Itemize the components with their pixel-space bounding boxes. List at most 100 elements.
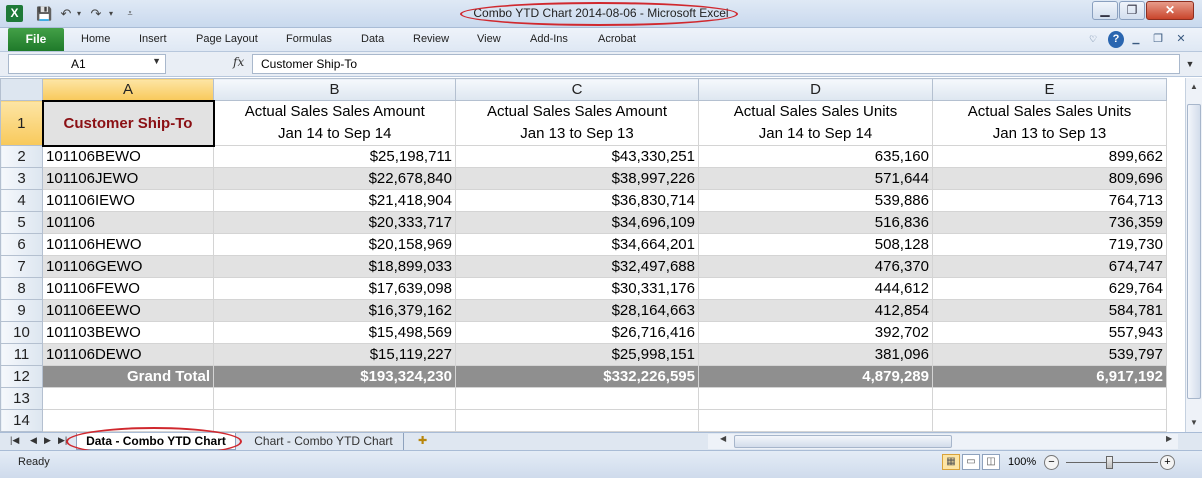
row-header[interactable]: 10 [0,321,43,344]
scroll-up-icon[interactable]: ▲ [1186,82,1202,91]
customer-cell[interactable]: 101106EEWO [42,299,214,322]
tab-file[interactable]: File [8,28,64,51]
value-cell[interactable]: 444,612 [698,277,933,300]
value-cell[interactable]: $26,716,416 [455,321,699,344]
page-layout-view-icon[interactable]: ▭ [962,454,980,470]
row-header[interactable]: 6 [0,233,43,256]
customer-cell[interactable]: 101106FEWO [42,277,214,300]
scroll-down-icon[interactable]: ▼ [1186,418,1202,427]
value-cell[interactable]: $15,498,569 [213,321,456,344]
value-cell[interactable]: $34,696,109 [455,211,699,234]
insert-sheet-icon[interactable]: ✚ [418,434,427,447]
empty-cell[interactable] [213,387,456,410]
cell-c1[interactable]: Actual Sales Sales Amount Jan 13 to Sep 1… [455,100,699,146]
tab-home[interactable]: Home [81,28,110,51]
value-cell[interactable]: 508,128 [698,233,933,256]
chevron-down-icon[interactable]: ▼ [152,56,161,66]
empty-cell[interactable] [932,409,1167,432]
cell-b1[interactable]: Actual Sales Sales Amount Jan 14 to Sep 1… [213,100,456,146]
value-cell[interactable]: $28,164,663 [455,299,699,322]
value-cell[interactable]: 516,836 [698,211,933,234]
minimize-button[interactable]: ▁ [1092,1,1118,20]
customer-cell[interactable]: 101106IEWO [42,189,214,212]
value-cell[interactable]: 539,886 [698,189,933,212]
grand-total-cell[interactable]: $193,324,230 [213,365,456,388]
empty-cell[interactable] [698,409,933,432]
value-cell[interactable]: $30,331,176 [455,277,699,300]
value-cell[interactable]: 809,696 [932,167,1167,190]
help-icon[interactable]: ? [1108,31,1124,48]
workbook-close-icon[interactable]: ✕ [1174,31,1188,48]
worksheet-grid[interactable]: A B C D E 1 Customer Ship-To Actual Sale… [0,78,1202,432]
column-header-b[interactable]: B [213,78,456,101]
zoom-level[interactable]: 100% [1008,456,1036,468]
value-cell[interactable]: 476,370 [698,255,933,278]
tab-acrobat[interactable]: Acrobat [598,28,636,51]
customer-cell[interactable]: 101106HEWO [42,233,214,256]
customer-cell[interactable]: 101106GEWO [42,255,214,278]
horizontal-scrollbar[interactable]: ◀ ▶ [708,434,1178,449]
value-cell[interactable]: $16,379,162 [213,299,456,322]
tab-data[interactable]: Data [361,28,384,51]
value-cell[interactable]: 539,797 [932,343,1167,366]
grand-total-cell[interactable]: 6,917,192 [932,365,1167,388]
value-cell[interactable]: $15,119,227 [213,343,456,366]
horizontal-scroll-thumb[interactable] [734,435,952,448]
insert-function-icon[interactable]: fx [233,55,244,69]
row-header[interactable]: 8 [0,277,43,300]
value-cell[interactable]: 736,359 [932,211,1167,234]
customer-cell[interactable]: 101106 [42,211,214,234]
empty-cell[interactable] [213,409,456,432]
tab-view[interactable]: View [477,28,501,51]
cell-e1[interactable]: Actual Sales Sales Units Jan 13 to Sep 13 [932,100,1167,146]
tab-insert[interactable]: Insert [139,28,167,51]
minimize-ribbon-icon[interactable]: ♡ [1086,31,1100,48]
prev-sheet-icon[interactable]: ◀ [30,435,37,446]
empty-cell[interactable] [42,387,214,410]
vertical-scroll-thumb[interactable] [1187,104,1201,399]
row-header[interactable]: 14 [0,409,43,432]
row-header[interactable]: 1 [0,100,43,146]
formula-input[interactable]: Customer Ship-To [252,54,1180,74]
row-header[interactable]: 7 [0,255,43,278]
next-sheet-icon[interactable]: ▶ [44,435,51,446]
value-cell[interactable]: $25,998,151 [455,343,699,366]
cell-d1[interactable]: Actual Sales Sales Units Jan 14 to Sep 14 [698,100,933,146]
row-header[interactable]: 2 [0,145,43,168]
column-header-d[interactable]: D [698,78,933,101]
normal-view-icon[interactable]: ▦ [942,454,960,470]
row-header[interactable]: 12 [0,365,43,388]
value-cell[interactable]: 635,160 [698,145,933,168]
customer-cell[interactable]: 101106DEWO [42,343,214,366]
value-cell[interactable]: 557,943 [932,321,1167,344]
value-cell[interactable]: 412,854 [698,299,933,322]
value-cell[interactable]: $21,418,904 [213,189,456,212]
cell-a1[interactable]: Customer Ship-To [41,99,215,147]
value-cell[interactable]: $22,678,840 [213,167,456,190]
row-header[interactable]: 11 [0,343,43,366]
value-cell[interactable]: 584,781 [932,299,1167,322]
column-header-a[interactable]: A [42,78,214,101]
customer-cell[interactable]: 101106JEWO [42,167,214,190]
value-cell[interactable]: 392,702 [698,321,933,344]
zoom-in-button[interactable]: + [1160,455,1175,470]
value-cell[interactable]: 629,764 [932,277,1167,300]
empty-cell[interactable] [698,387,933,410]
tab-review[interactable]: Review [413,28,449,51]
value-cell[interactable]: $18,899,033 [213,255,456,278]
value-cell[interactable]: 571,644 [698,167,933,190]
expand-formula-bar-icon[interactable]: ▼ [1182,54,1198,74]
tab-page-layout[interactable]: Page Layout [196,28,258,51]
value-cell[interactable]: $20,158,969 [213,233,456,256]
vertical-scrollbar[interactable]: ▲ ▼ [1185,78,1202,432]
value-cell[interactable]: $17,639,098 [213,277,456,300]
select-all-corner[interactable] [0,78,43,101]
value-cell[interactable]: $36,830,714 [455,189,699,212]
column-header-e[interactable]: E [932,78,1167,101]
row-header[interactable]: 13 [0,387,43,410]
column-header-c[interactable]: C [455,78,699,101]
value-cell[interactable]: 381,096 [698,343,933,366]
row-header[interactable]: 3 [0,167,43,190]
empty-cell[interactable] [455,409,699,432]
tab-add-ins[interactable]: Add-Ins [530,28,568,51]
